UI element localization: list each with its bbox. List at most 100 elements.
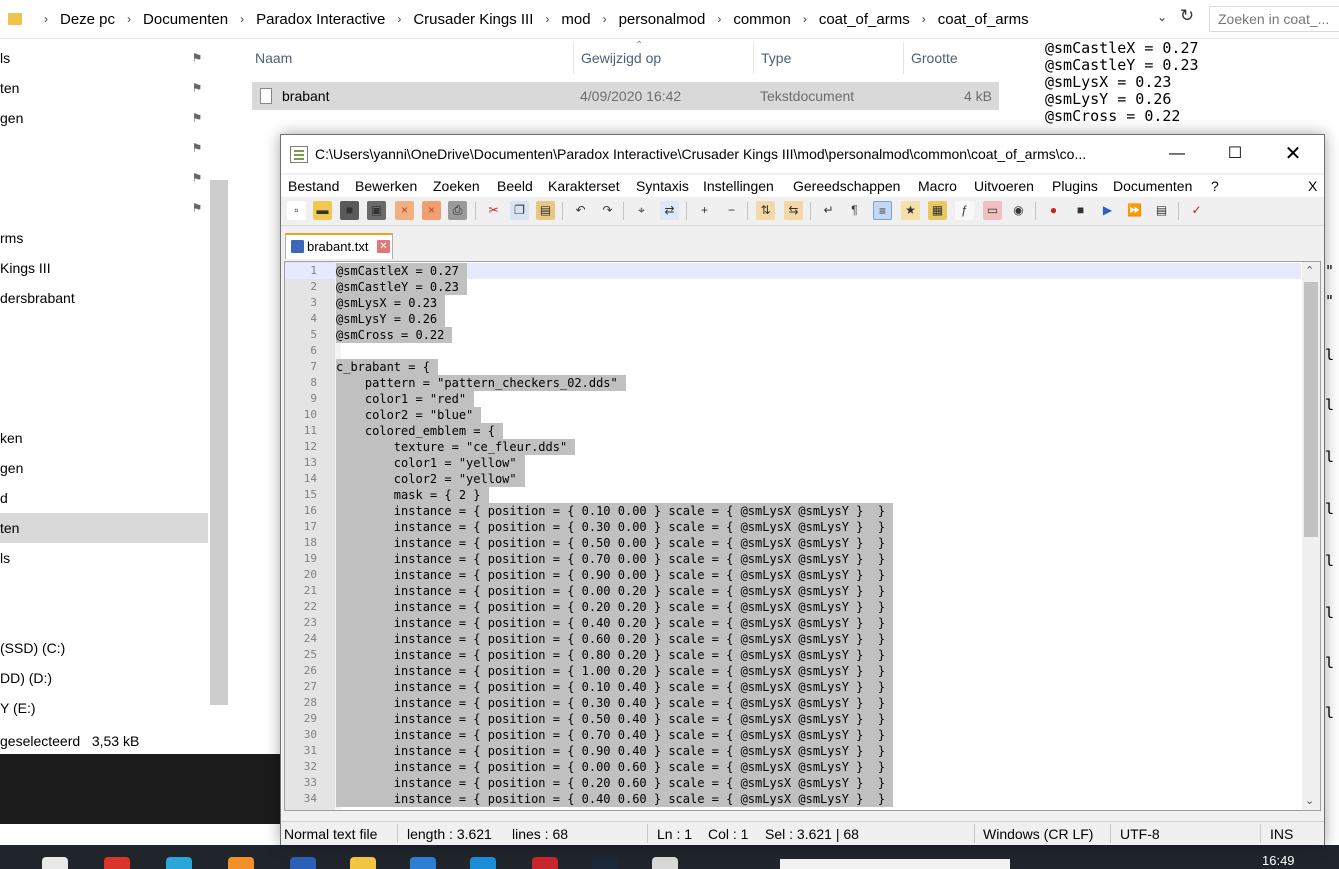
menu-item-beeld[interactable]: Beeld: [497, 178, 533, 194]
menu-item-bestand[interactable]: Bestand: [288, 178, 339, 194]
breadcrumb-item[interactable]: › Documenten: [115, 11, 228, 28]
nav-item[interactable]: gen: [0, 453, 208, 483]
chevron-right-icon[interactable]: ›: [803, 12, 807, 26]
folder-workspace-icon[interactable]: ▭: [983, 201, 1002, 220]
file-row-brabant[interactable]: brabant 4/09/2020 16:42 Tekstdocument 4 …: [252, 82, 999, 110]
code-line[interactable]: 14 color2 = "yellow": [285, 471, 1301, 487]
pin-icon[interactable]: ⚑: [190, 111, 204, 125]
nav-item[interactable]: ⚑: [0, 133, 208, 163]
tab-brabant[interactable]: brabant.txt ✕: [285, 233, 393, 259]
breadcrumb-item[interactable]: › mod: [533, 11, 590, 28]
code-line[interactable]: 22 instance = { position = { 0.20 0.20 }…: [285, 599, 1301, 615]
tab-close-icon[interactable]: ✕: [377, 240, 390, 253]
pin-icon[interactable]: ⚑: [190, 81, 204, 95]
chevron-down-icon[interactable]: ⌄: [1157, 10, 1167, 24]
pin-icon[interactable]: ⚑: [190, 201, 204, 215]
undo-icon[interactable]: ↶: [571, 201, 590, 220]
nav-item[interactable]: d: [0, 483, 208, 513]
chevron-right-icon[interactable]: ›: [717, 12, 721, 26]
outlook-icon[interactable]: [410, 857, 436, 869]
scroll-down-icon[interactable]: ⌄: [1305, 794, 1314, 807]
code-line[interactable]: 25 instance = { position = { 0.80 0.20 }…: [285, 647, 1301, 663]
user-lang-icon[interactable]: ★: [901, 201, 920, 220]
breadcrumb-item[interactable]: › common: [705, 11, 791, 28]
print-icon[interactable]: ⎙: [448, 201, 467, 220]
code-line[interactable]: 8 pattern = "pattern_checkers_02.dds": [285, 375, 1301, 391]
menu-item-karakterset[interactable]: Karakterset: [548, 178, 620, 194]
code-line[interactable]: 19 instance = { position = { 0.70 0.00 }…: [285, 551, 1301, 567]
code-line[interactable]: 11 colored_emblem = {: [285, 423, 1301, 439]
nav-item[interactable]: ten ⚑: [0, 73, 208, 103]
save-all-icon[interactable]: ▣: [367, 201, 386, 220]
paste-icon[interactable]: ▤: [536, 201, 555, 220]
code-line[interactable]: 5 @smCross = 0.22: [285, 327, 1301, 343]
chevron-right-icon[interactable]: ›: [397, 12, 401, 26]
menu-item-plugins[interactable]: Plugins: [1052, 178, 1098, 194]
menu-item-syntaxis[interactable]: Syntaxis: [636, 178, 689, 194]
monitor-icon[interactable]: ◉: [1009, 201, 1028, 220]
code-line[interactable]: 30 instance = { position = { 0.70 0.40 }…: [285, 727, 1301, 743]
column-divider[interactable]: [903, 42, 904, 74]
code-line[interactable]: 34 instance = { position = { 0.40 0.60 }…: [285, 791, 1301, 807]
close-button[interactable]: ✕: [1271, 139, 1315, 169]
code-line[interactable]: 4 @smLysY = 0.26: [285, 311, 1301, 327]
code-line[interactable]: 27 instance = { position = { 0.10 0.40 }…: [285, 679, 1301, 695]
code-line[interactable]: 33 instance = { position = { 0.20 0.60 }…: [285, 775, 1301, 791]
word-wrap-icon[interactable]: ↵: [819, 201, 838, 220]
code-line[interactable]: 6: [285, 343, 1301, 359]
zoom-out-icon[interactable]: −: [722, 201, 741, 220]
chevron-right-icon[interactable]: ›: [44, 12, 48, 26]
minimize-button[interactable]: —: [1155, 139, 1199, 169]
menu-item-zoeken[interactable]: Zoeken: [433, 178, 480, 194]
nav-item[interactable]: ken: [0, 423, 208, 453]
breadcrumb-item[interactable]: › personalmod: [591, 11, 706, 28]
code-line[interactable]: 24 instance = { position = { 0.60 0.20 }…: [285, 631, 1301, 647]
pin-icon[interactable]: ⚑: [190, 51, 204, 65]
code-line[interactable]: 2 @smCastleY = 0.23: [285, 279, 1301, 295]
chevron-right-icon[interactable]: ›: [127, 12, 131, 26]
code-line[interactable]: 28 instance = { position = { 0.30 0.40 }…: [285, 695, 1301, 711]
code-line[interactable]: 15 mask = { 2 }: [285, 487, 1301, 503]
code-line[interactable]: 29 instance = { position = { 0.50 0.40 }…: [285, 711, 1301, 727]
spellcheck-icon[interactable]: ✓: [1187, 201, 1206, 220]
code-line[interactable]: 7 c_brabant = {: [285, 359, 1301, 375]
nav-item[interactable]: DD) (D:): [0, 663, 208, 693]
chevron-right-icon[interactable]: ›: [922, 12, 926, 26]
scrollbar-thumb[interactable]: [1304, 282, 1318, 537]
find-icon[interactable]: ⌖: [632, 201, 651, 220]
code-line[interactable]: 1 @smCastleX = 0.27: [285, 263, 1301, 279]
new-file-icon[interactable]: ▫: [287, 201, 306, 220]
taskbar-clock[interactable]: 16:49: [1262, 853, 1295, 868]
sync-vertical-icon[interactable]: ⇅: [756, 201, 775, 220]
close-all-icon[interactable]: ×: [422, 201, 441, 220]
nav-item[interactable]: ls ⚑: [0, 43, 208, 73]
refresh-icon[interactable]: ↻: [1178, 6, 1196, 30]
open-file-icon[interactable]: ▬: [313, 201, 332, 220]
menu-item-macro[interactable]: Macro: [918, 178, 957, 194]
code-line[interactable]: 17 instance = { position = { 0.30 0.00 }…: [285, 519, 1301, 535]
nav-item[interactable]: ten: [0, 513, 208, 543]
edge-icon[interactable]: [166, 857, 192, 869]
title-bar[interactable]: C:\Users\yanni\OneDrive\Documenten\Parad…: [281, 135, 1324, 173]
nav-item[interactable]: Y (E:): [0, 693, 208, 723]
store-icon[interactable]: [42, 857, 68, 869]
zoom-in-icon[interactable]: +: [695, 201, 714, 220]
code-line[interactable]: 9 color1 = "red": [285, 391, 1301, 407]
scroll-up-icon[interactable]: ⌃: [1305, 264, 1314, 277]
menu-item-bewerken[interactable]: Bewerken: [355, 178, 417, 194]
nav-item[interactable]: gen ⚑: [0, 103, 208, 133]
taskbar-search-box[interactable]: [780, 859, 1010, 869]
indent-guide-icon[interactable]: ≡: [873, 201, 892, 220]
opera-icon[interactable]: [104, 857, 130, 869]
code-line[interactable]: 23 instance = { position = { 0.40 0.20 }…: [285, 615, 1301, 631]
code-line[interactable]: 10 color2 = "blue": [285, 407, 1301, 423]
menu-item-uitvoeren[interactable]: Uitvoeren: [974, 178, 1034, 194]
breadcrumb[interactable]: › Deze pc › Documenten › Paradox Interactive ›…: [0, 6, 1175, 32]
code-line[interactable]: 20 instance = { position = { 0.90 0.00 }…: [285, 567, 1301, 583]
replace-icon[interactable]: ⇄: [660, 201, 679, 220]
nav-item[interactable]: ls: [0, 543, 208, 573]
code-line[interactable]: 16 instance = { position = { 0.10 0.00 }…: [285, 503, 1301, 519]
menu-item-gereedschappen[interactable]: Gereedschappen: [793, 178, 900, 194]
nav-item[interactable]: ⚑: [0, 193, 208, 223]
nav-item[interactable]: dersbrabant: [0, 283, 208, 313]
